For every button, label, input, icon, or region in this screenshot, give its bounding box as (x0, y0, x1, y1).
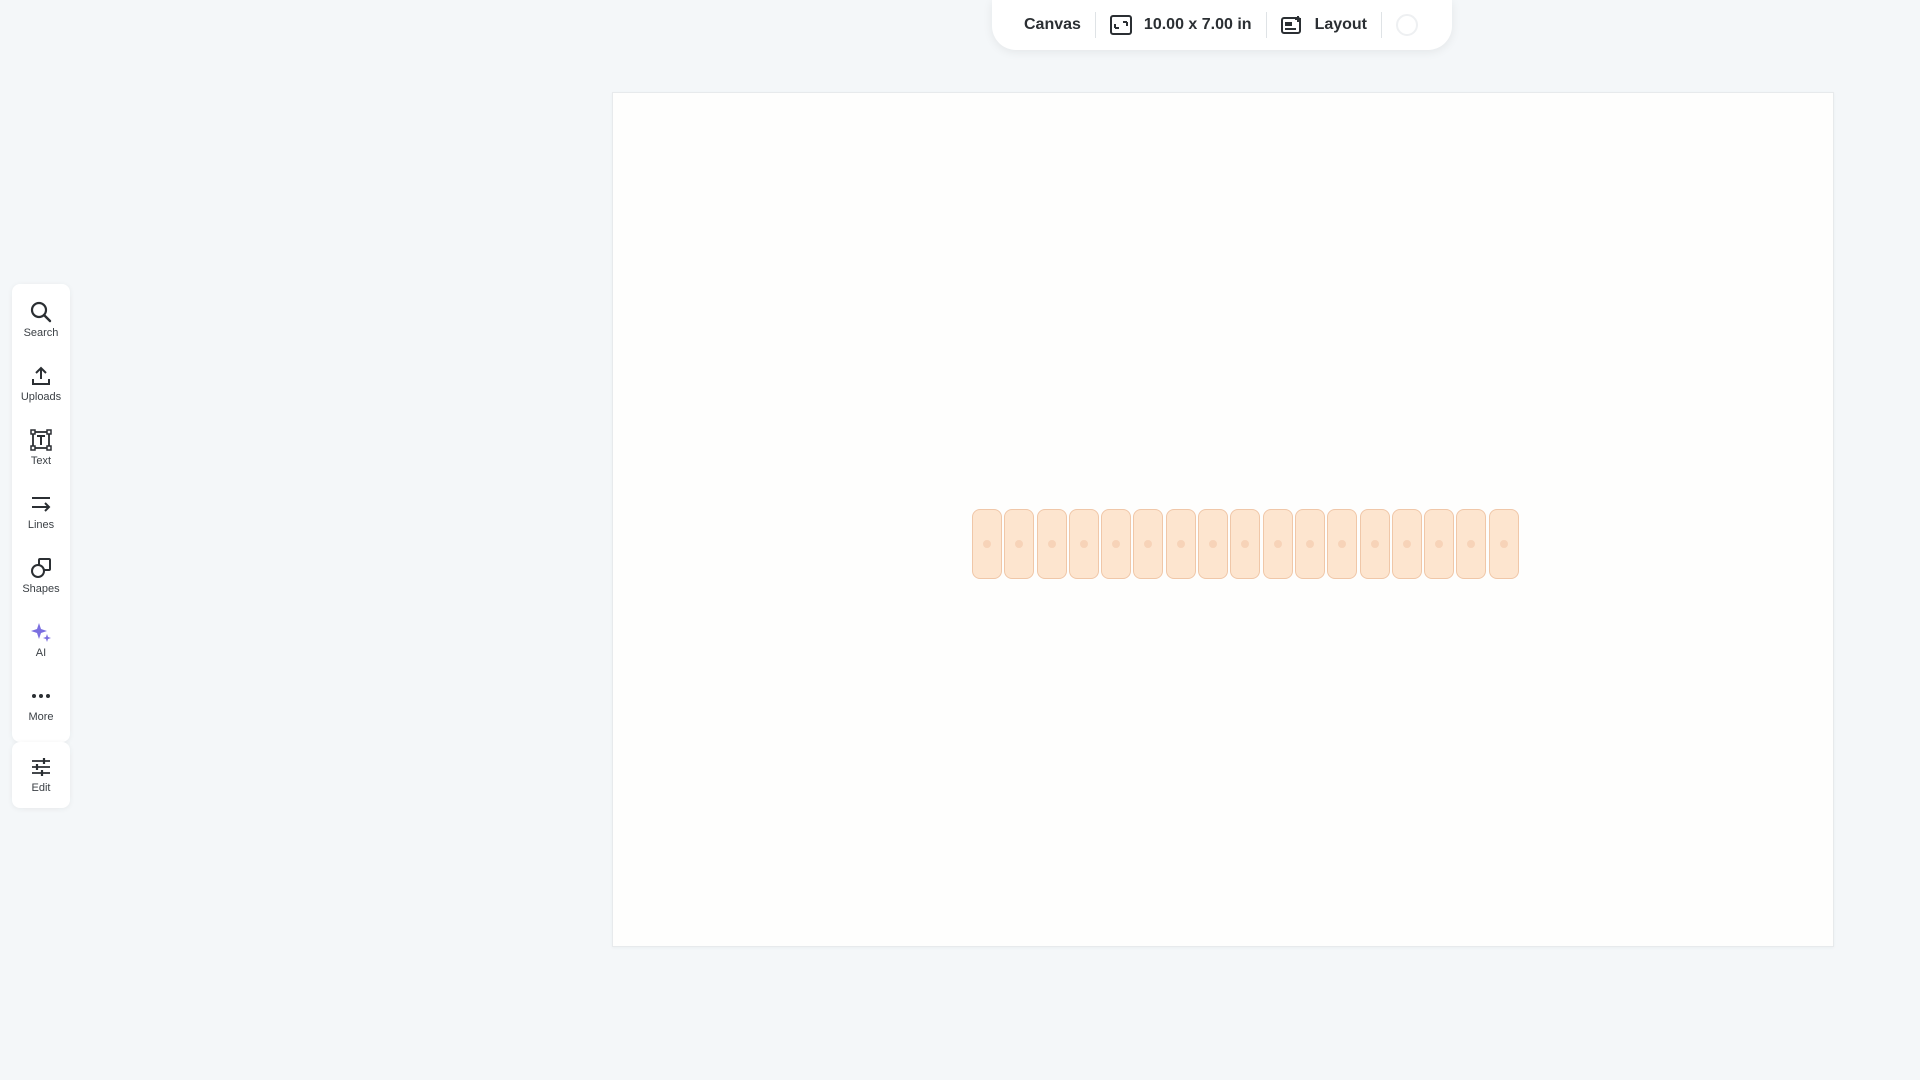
sidebar-item-label: More (28, 711, 54, 723)
upload-icon (30, 365, 52, 387)
sliders-icon (30, 756, 52, 778)
canvas-cell-shape[interactable] (1488, 509, 1519, 579)
sidebar-item-ai[interactable]: AI (12, 608, 70, 672)
canvas-cell-shape[interactable] (1133, 509, 1164, 579)
sidebar-item-label: Shapes (22, 583, 60, 595)
toolbar-divider (1381, 12, 1383, 38)
layout-button[interactable]: Layout (1280, 15, 1368, 35)
search-icon (30, 301, 52, 323)
sidebar-item-label: Search (23, 327, 59, 339)
sidebar-item-more[interactable]: More (12, 672, 70, 736)
canvas-button[interactable]: Canvas (1024, 16, 1081, 34)
canvas-cell-shape[interactable] (1036, 509, 1067, 579)
sidebar-item-label: Edit (31, 782, 51, 794)
canvas-cell-shape[interactable] (1424, 509, 1455, 579)
canvas-cell-shape[interactable] (1068, 509, 1099, 579)
shapes-icon (30, 557, 52, 579)
canvas-cell-shape[interactable] (1004, 509, 1035, 579)
resize-icon (1109, 15, 1132, 35)
canvas-cell-shape[interactable] (1359, 509, 1390, 579)
text-icon (30, 429, 52, 451)
canvas-label: Canvas (1024, 16, 1081, 33)
canvas-cell-shape[interactable] (1230, 509, 1261, 579)
sidebar-item-text[interactable]: Text (12, 416, 70, 480)
sidebar-item-uploads[interactable]: Uploads (12, 352, 70, 416)
sidebar-item-search[interactable]: Search (12, 288, 70, 352)
lines-icon (30, 493, 52, 515)
layout-icon (1280, 15, 1303, 35)
more-icon (30, 685, 52, 707)
canvas-size-label: 10.00 x 7.00 in (1143, 16, 1252, 33)
sidebar-item-label: Text (30, 455, 52, 467)
layout-label: Layout (1314, 16, 1368, 33)
canvas-cell-shape[interactable] (972, 509, 1002, 579)
sidebar-item-label: Uploads (20, 391, 62, 403)
sidebar-item-label: AI (35, 647, 47, 659)
canvas-cell-shape[interactable] (1391, 509, 1422, 579)
sidebar-item-shapes[interactable]: Shapes (12, 544, 70, 608)
cell-row-group[interactable] (972, 509, 1521, 579)
left-sidebar: Search Uploads Text Lines Shapes AI More (12, 284, 70, 742)
canvas-cell-shape[interactable] (1327, 509, 1358, 579)
canvas-cell-shape[interactable] (1101, 509, 1132, 579)
sidebar-item-label: Lines (27, 519, 55, 531)
toolbar-divider (1094, 12, 1096, 38)
loading-spinner-icon (1396, 14, 1419, 36)
canvas-cell-shape[interactable] (1294, 509, 1325, 579)
canvas-cell-shape[interactable] (1198, 509, 1229, 579)
sidebar-item-lines[interactable]: Lines (12, 480, 70, 544)
canvas-cell-shape[interactable] (1262, 509, 1293, 579)
canvas-cell-shape[interactable] (1456, 509, 1487, 579)
sparkle-icon (30, 621, 52, 643)
sidebar-item-edit[interactable]: Edit (12, 742, 70, 808)
toolbar-divider (1265, 12, 1267, 38)
canvas-size-button[interactable]: 10.00 x 7.00 in (1109, 15, 1252, 35)
canvas-cell-shape[interactable] (1165, 509, 1196, 579)
top-toolbar: Canvas 10.00 x 7.00 in Layout (992, 0, 1452, 50)
edit-panel: Edit (12, 742, 70, 808)
